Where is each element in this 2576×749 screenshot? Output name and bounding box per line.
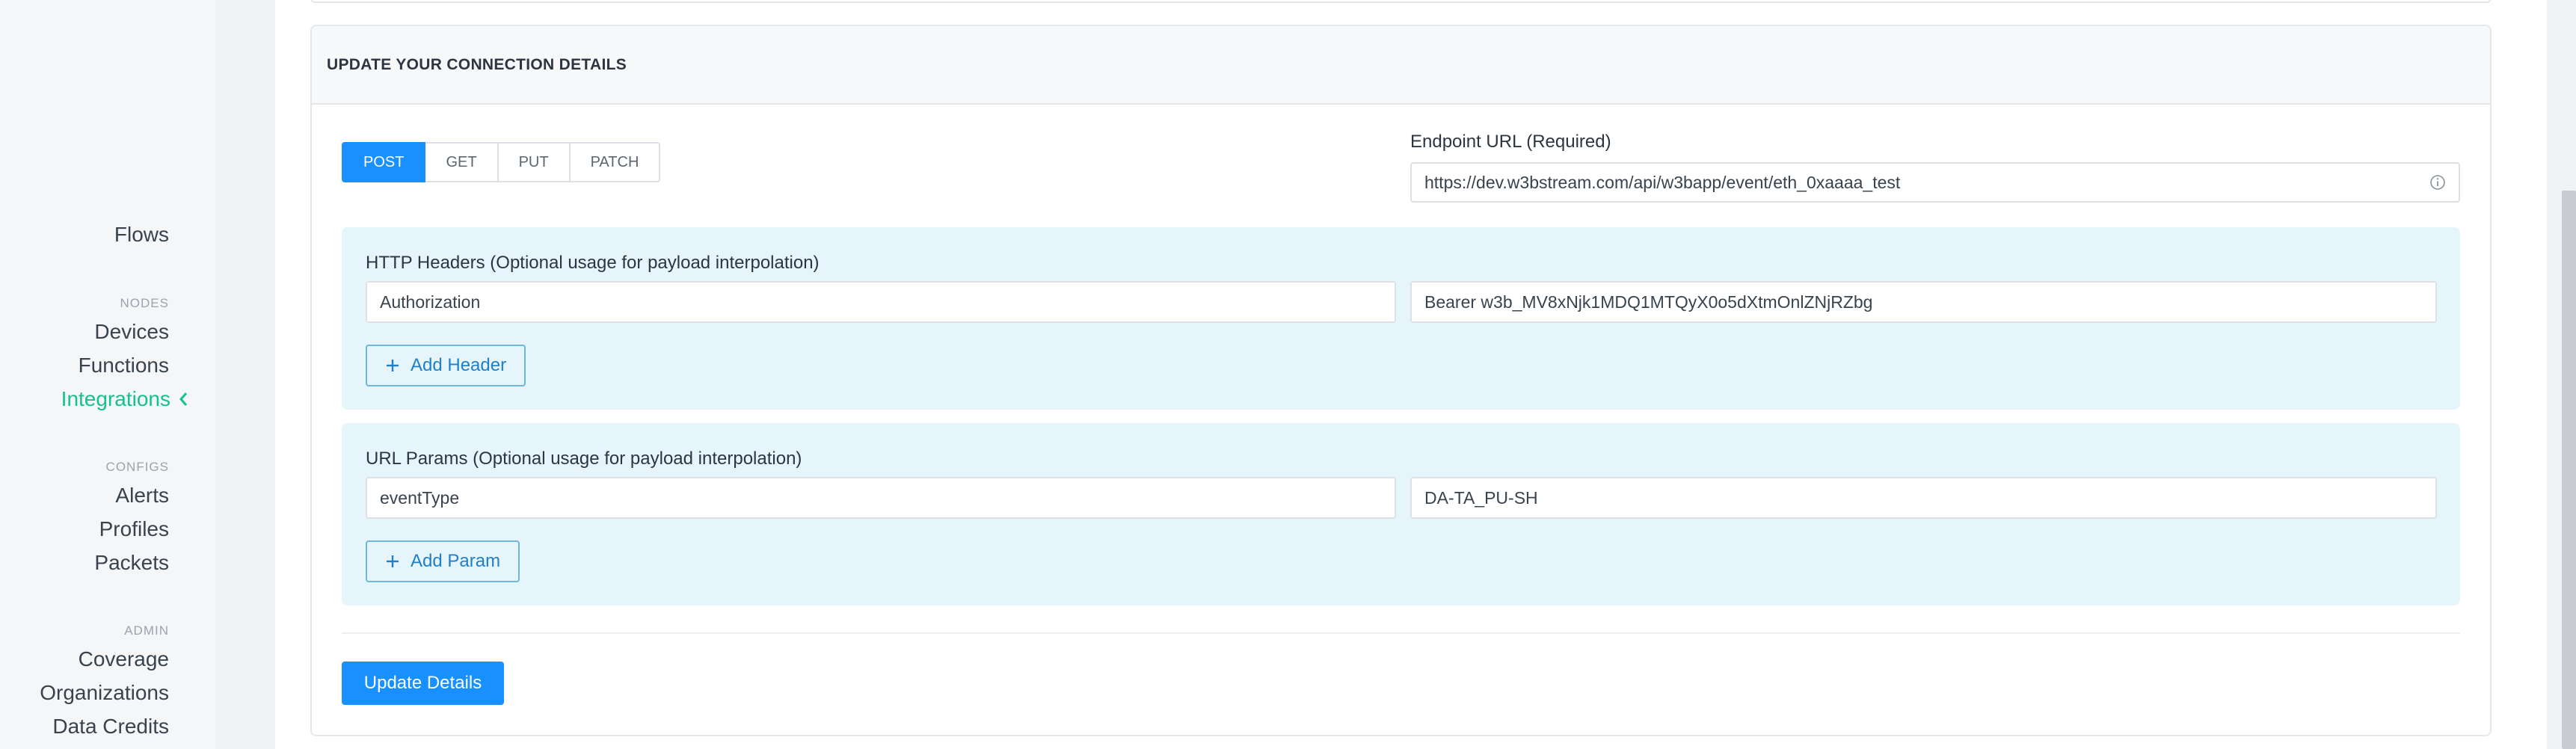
url-params-title: URL Params (Optional usage for payload i… [366, 449, 802, 469]
sidebar-item-functions[interactable]: Functions [79, 354, 169, 377]
add-header-label: Add Header [411, 355, 507, 375]
header-key-input[interactable]: Authorization [366, 281, 1396, 323]
url-params-section: URL Params (Optional usage for payload i… [342, 423, 2460, 605]
divider [342, 632, 2460, 634]
plus-icon [387, 555, 399, 567]
header-value-input[interactable]: Bearer w3b_MV8xNjk1MDQ1MTQyX0o5dXtmOnlZN… [1410, 281, 2437, 323]
sidebar-heading-nodes: NODES [120, 296, 169, 310]
sidebar-heading-configs: CONFIGS [105, 460, 169, 474]
scrollbar-thumb[interactable] [2562, 191, 2576, 749]
sidebar-item-data-credits[interactable]: Data Credits [52, 715, 169, 739]
sidebar-item-devices[interactable]: Devices [94, 320, 169, 344]
sidebar-item-alerts[interactable]: Alerts [115, 484, 169, 508]
add-param-label: Add Param [411, 551, 501, 571]
method-post-button[interactable]: POST [342, 142, 426, 182]
sidebar: Flows NODES Devices Functions Integratio… [0, 0, 215, 749]
chevron-left-icon [179, 392, 188, 406]
sidebar-item-packets[interactable]: Packets [94, 551, 169, 575]
sidebar-item-coverage[interactable]: Coverage [79, 647, 169, 671]
panel-title: UPDATE YOUR CONNECTION DETAILS [312, 26, 2490, 105]
param-value-input[interactable]: DA-TA_PU-SH [1410, 477, 2437, 519]
sidebar-item-label: Integrations [61, 387, 170, 410]
sidebar-item-profiles[interactable]: Profiles [99, 517, 169, 541]
sidebar-item-integrations[interactable]: Integrations [61, 387, 188, 411]
http-headers-section: HTTP Headers (Optional usage for payload… [342, 227, 2460, 410]
endpoint-url-label: Endpoint URL (Required) [1410, 132, 1611, 152]
previous-card [310, 0, 2492, 3]
sidebar-heading-admin: ADMIN [124, 623, 169, 638]
sidebar-item-flows[interactable]: Flows [114, 223, 169, 247]
method-put-button[interactable]: PUT [497, 142, 571, 182]
connection-details-panel: UPDATE YOUR CONNECTION DETAILS POST GET … [310, 25, 2492, 736]
endpoint-url-value: https://dev.w3bstream.com/api/w3bapp/eve… [1424, 172, 1901, 192]
add-param-button[interactable]: Add Param [366, 540, 520, 582]
method-patch-button[interactable]: PATCH [568, 142, 661, 182]
method-get-button[interactable]: GET [424, 142, 499, 182]
method-selector: POST GET PUT PATCH [342, 142, 661, 182]
plus-icon [387, 360, 399, 372]
endpoint-url-input[interactable]: https://dev.w3bstream.com/api/w3bapp/eve… [1410, 162, 2460, 203]
add-header-button[interactable]: Add Header [366, 345, 526, 386]
info-icon[interactable] [2429, 173, 2447, 191]
param-key-input[interactable]: eventType [366, 477, 1396, 519]
sidebar-edge [215, 0, 275, 749]
http-headers-title: HTTP Headers (Optional usage for payload… [366, 253, 820, 273]
sidebar-item-organizations[interactable]: Organizations [40, 681, 169, 705]
update-details-button[interactable]: Update Details [342, 662, 504, 705]
